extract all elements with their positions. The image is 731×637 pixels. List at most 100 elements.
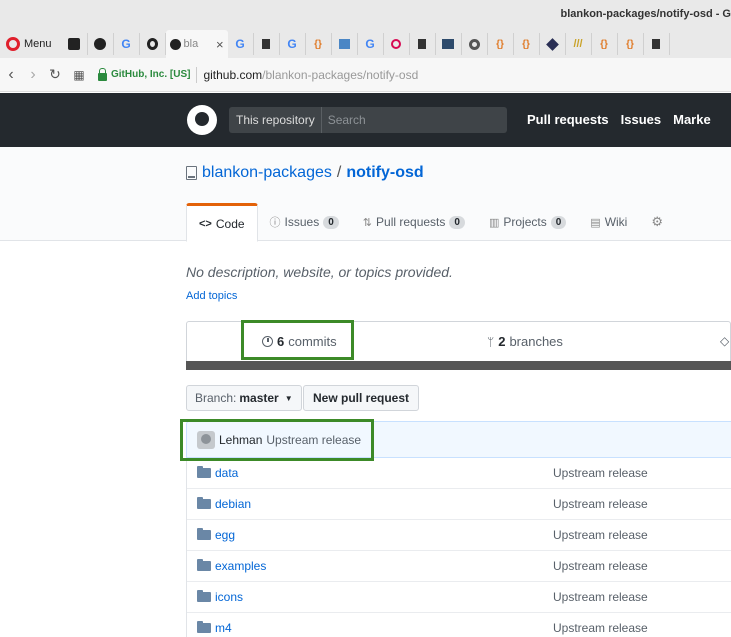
table-row: debian Upstream release xyxy=(187,489,731,520)
repo-name-link[interactable]: notify-osd xyxy=(346,164,423,182)
file-commit-message[interactable]: Upstream release xyxy=(553,497,648,511)
file-name-link[interactable]: debian xyxy=(215,497,251,511)
table-row: m4 Upstream release xyxy=(187,613,731,637)
opera-menu-button[interactable]: Menu xyxy=(24,38,52,50)
brackets-icon[interactable]: {} xyxy=(514,33,540,55)
issues-counter: 0 xyxy=(323,215,339,229)
repo-owner-link[interactable]: blankon-packages xyxy=(202,164,332,182)
close-tab-icon[interactable]: × xyxy=(216,37,224,52)
window-title: blankon-packages/notify-osd - G xyxy=(560,8,731,20)
doc-icon[interactable] xyxy=(254,33,280,55)
branch-name: master xyxy=(239,391,279,405)
brackets-icon[interactable]: {} xyxy=(618,33,644,55)
google-icon[interactable]: G xyxy=(228,33,254,55)
debian-icon[interactable] xyxy=(384,33,410,55)
speed-dial-icon[interactable]: ▦ xyxy=(66,68,92,82)
image-icon[interactable] xyxy=(436,33,462,55)
google-icon[interactable]: G xyxy=(358,33,384,55)
projects-counter: 0 xyxy=(550,215,567,229)
repo-icon xyxy=(186,166,197,180)
project-icon: ▥ xyxy=(488,216,500,229)
pull-request-icon: ⇅ xyxy=(362,216,373,229)
github-logo-icon[interactable] xyxy=(187,105,217,135)
file-name-link[interactable]: icons xyxy=(215,590,243,604)
github-tab-icon xyxy=(169,38,181,50)
trello-icon[interactable] xyxy=(62,33,88,55)
file-commit-message[interactable]: Upstream release xyxy=(553,621,648,635)
file-name-link[interactable]: data xyxy=(215,466,238,480)
table-row: examples Upstream release xyxy=(187,551,731,582)
code-icon: <> xyxy=(199,217,212,230)
file-commit-message[interactable]: Upstream release xyxy=(553,590,648,604)
add-topics-link[interactable]: Add topics xyxy=(186,290,237,302)
lock-icon xyxy=(98,67,107,81)
google-icon[interactable]: G xyxy=(114,33,140,55)
tab-pull-requests[interactable]: ⇅ Pull requests 0 xyxy=(351,203,477,241)
url-separator xyxy=(196,66,198,83)
language-bar[interactable] xyxy=(186,361,731,370)
pull-requests-counter: 0 xyxy=(449,215,465,229)
tab-wiki-label: Wiki xyxy=(604,215,628,229)
highlight-latest-commit-box xyxy=(180,419,374,461)
header-nav: Pull requests Issues Marke xyxy=(527,112,711,127)
chart-icon[interactable] xyxy=(332,33,358,55)
opera-icon[interactable] xyxy=(140,33,166,55)
branches-label: branches xyxy=(509,334,563,349)
back-arrow-icon[interactable]: ‹ xyxy=(0,66,22,84)
secure-label: GitHub, Inc. [US] xyxy=(111,69,191,80)
file-commit-message[interactable]: Upstream release xyxy=(553,559,648,573)
gear-icon: ⚙ xyxy=(651,214,664,229)
tab-projects-label: Projects xyxy=(503,215,547,229)
tag-icon[interactable]: ◇ xyxy=(720,334,729,348)
secure-badge[interactable]: GitHub, Inc. [US] xyxy=(98,67,191,81)
branch-prefix: Branch: xyxy=(195,391,237,405)
tab-row: Menu G bla × G G {} G {} {} /// {} {} xyxy=(0,30,731,58)
branches-link[interactable]: ᛘ 2 branches xyxy=(487,334,563,349)
search-input[interactable] xyxy=(321,113,472,127)
folder-icon xyxy=(197,528,211,540)
folder-icon xyxy=(197,621,211,633)
nav-pull-requests[interactable]: Pull requests xyxy=(527,112,609,127)
folder-icon xyxy=(197,497,211,509)
tab-issues[interactable]: ⓘ Issues 0 xyxy=(258,203,351,241)
forward-arrow-icon[interactable]: › xyxy=(22,66,44,84)
folder-icon xyxy=(197,559,211,571)
active-tab-label: bla xyxy=(183,38,199,50)
folder-icon xyxy=(197,466,211,478)
github-icon[interactable] xyxy=(88,33,114,55)
file-commit-message[interactable]: Upstream release xyxy=(553,466,648,480)
repo-title: blankon-packages / notify-osd xyxy=(186,164,424,182)
brackets-icon[interactable]: {} xyxy=(306,33,332,55)
file-name-link[interactable]: examples xyxy=(215,559,266,573)
circle-icon[interactable] xyxy=(462,33,488,55)
file-commit-message[interactable]: Upstream release xyxy=(553,528,648,542)
branch-select-button[interactable]: Branch: master ▼ xyxy=(186,385,302,411)
diamond-icon[interactable] xyxy=(540,33,566,55)
repo-separator: / xyxy=(336,164,342,181)
doc-icon[interactable] xyxy=(644,33,670,55)
tab-code[interactable]: <> Code xyxy=(186,203,258,242)
address-bar: ‹ › ↻ ▦ GitHub, Inc. [US] github.com/bla… xyxy=(0,58,731,92)
google-icon[interactable]: G xyxy=(280,33,306,55)
new-pull-request-button[interactable]: New pull request xyxy=(303,385,420,411)
nav-issues[interactable]: Issues xyxy=(621,112,661,127)
url-field[interactable]: github.com/blankon-packages/notify-osd xyxy=(203,68,418,82)
opera-logo-icon[interactable] xyxy=(6,37,20,51)
stripe-icon[interactable]: /// xyxy=(566,33,592,55)
doc-icon[interactable] xyxy=(410,33,436,55)
tab-settings[interactable]: ⚙ xyxy=(639,203,675,241)
file-name-link[interactable]: egg xyxy=(215,528,235,542)
brackets-icon[interactable]: {} xyxy=(592,33,618,55)
browser-tab-strip: blankon-packages/notify-osd - G Menu G b… xyxy=(0,0,731,58)
wiki-icon: ▤ xyxy=(590,216,601,229)
file-name-link[interactable]: m4 xyxy=(215,621,232,635)
repo-description: No description, website, or topics provi… xyxy=(186,264,453,280)
reload-icon[interactable]: ↻ xyxy=(44,66,66,83)
tab-wiki[interactable]: ▤ Wiki xyxy=(578,203,639,241)
brackets-icon[interactable]: {} xyxy=(488,33,514,55)
table-row: egg Upstream release xyxy=(187,520,731,551)
tab-projects[interactable]: ▥ Projects 0 xyxy=(477,203,578,241)
file-list: data Upstream release debian Upstream re… xyxy=(186,458,731,637)
active-tab[interactable]: bla × xyxy=(165,30,228,58)
nav-marketplace[interactable]: Marke xyxy=(673,112,711,127)
